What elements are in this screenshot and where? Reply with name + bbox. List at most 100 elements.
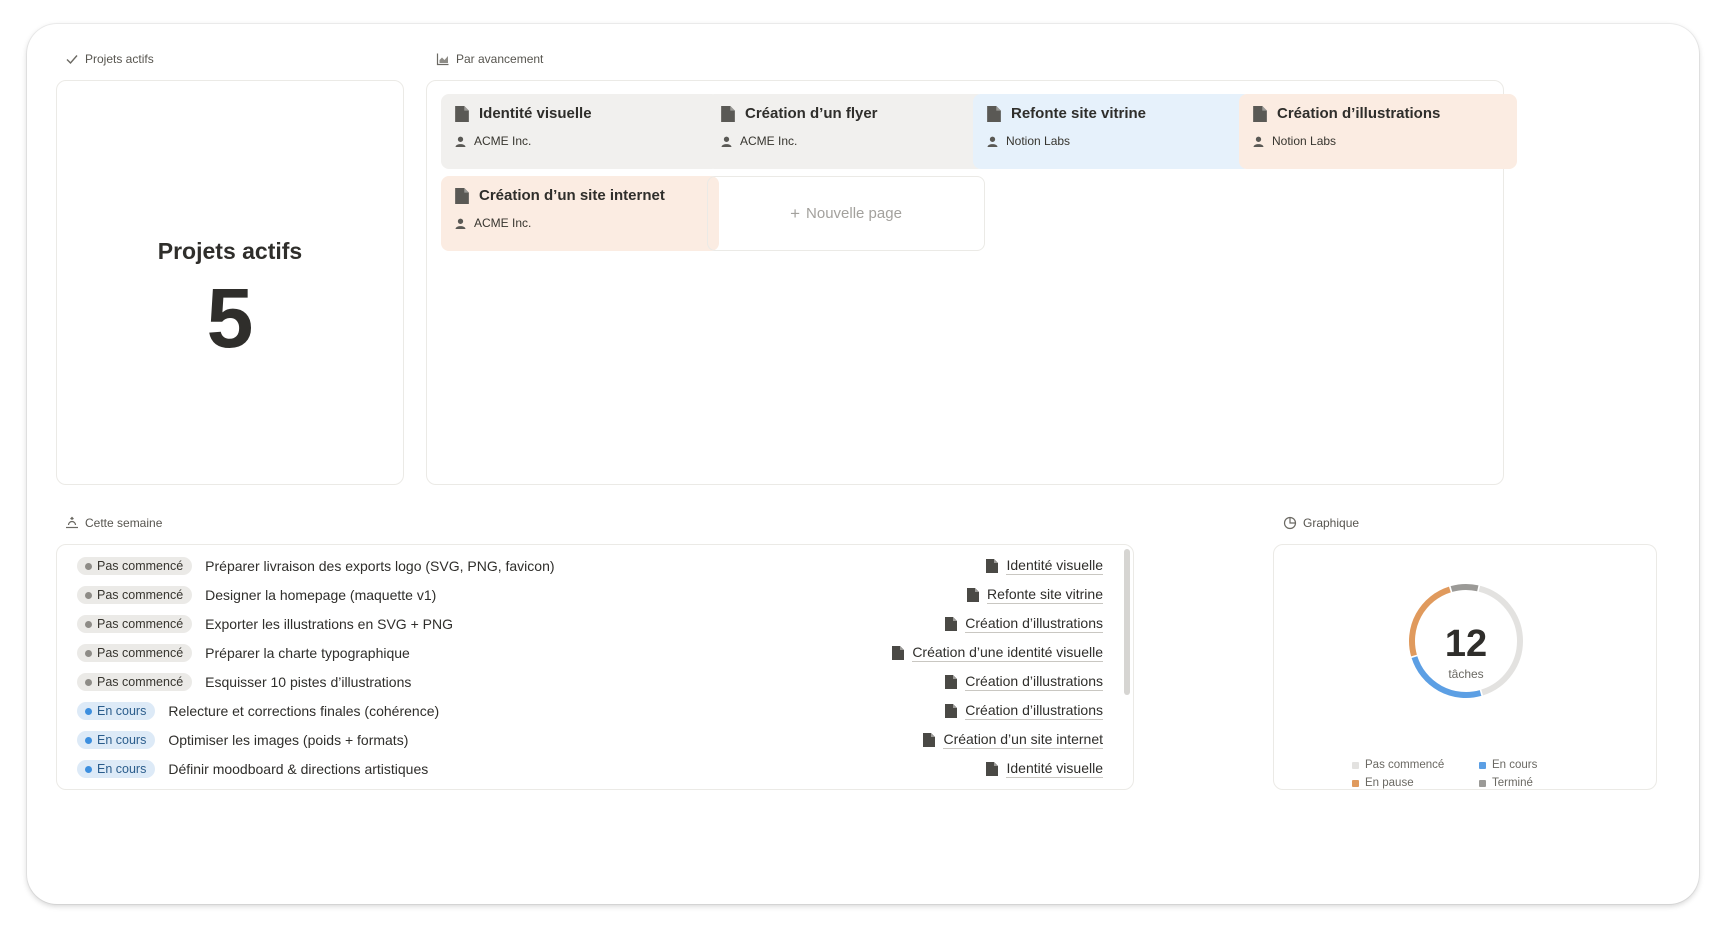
- card-client: ACME Inc.: [474, 134, 532, 148]
- task-project-link[interactable]: Création d’illustrations: [945, 615, 1103, 633]
- task-project-label: Création d’une identité visuelle: [912, 644, 1103, 662]
- card-title: Création d’un site internet: [479, 187, 665, 204]
- task-row[interactable]: En cours Définir moodboard & directions …: [77, 757, 1103, 781]
- board-card[interactable]: Identité visuelle ACME Inc.: [441, 94, 719, 169]
- legend-label: En cours: [1492, 759, 1538, 771]
- status-label: Pas commencé: [97, 675, 184, 689]
- status-dot: [85, 649, 92, 657]
- task-name: Définir moodboard & directions artistiqu…: [168, 761, 429, 777]
- legend-item: En pause: [1352, 777, 1414, 789]
- status-dot: [85, 678, 92, 686]
- person-icon: [455, 136, 466, 147]
- chart-icon: [436, 53, 449, 66]
- status-dot: [85, 707, 92, 715]
- task-row[interactable]: Pas commencé Préparer la charte typograp…: [77, 641, 1103, 665]
- status-badge[interactable]: Pas commencé: [77, 557, 193, 575]
- checkmark-icon: [66, 55, 78, 65]
- status-badge[interactable]: En cours: [77, 731, 156, 749]
- donut-slice-termin-[interactable]: [1450, 584, 1479, 592]
- task-project-link[interactable]: Création d’un site internet: [923, 731, 1103, 749]
- task-row[interactable]: Pas commencé Préparer livraison des expo…: [77, 554, 1103, 578]
- task-project-link[interactable]: Identité visuelle: [986, 557, 1103, 575]
- section-label-board: Par avancement: [436, 52, 543, 66]
- plus-icon: +: [790, 204, 801, 223]
- section-label-week: Cette semaine: [65, 516, 162, 530]
- page-icon: [986, 762, 999, 776]
- page-icon: [455, 105, 469, 122]
- status-label: Pas commencé: [97, 588, 184, 602]
- task-project-label: Création d’un site internet: [943, 731, 1103, 749]
- task-project-link[interactable]: Création d’illustrations: [945, 673, 1103, 691]
- donut-chart: 12 tâches: [1409, 584, 1523, 698]
- status-badge[interactable]: En cours: [77, 760, 156, 778]
- legend-swatch: [1352, 779, 1359, 787]
- new-page-button[interactable]: + Nouvelle page: [707, 176, 985, 251]
- task-row[interactable]: Pas commencé Esquisser 10 pistes d’illus…: [77, 670, 1103, 694]
- status-badge[interactable]: En cours: [77, 702, 156, 720]
- task-row[interactable]: Pas commencé Exporter les illustrations …: [77, 612, 1103, 636]
- section-label-text: Cette semaine: [85, 516, 163, 530]
- page-icon: [987, 105, 1001, 122]
- dashboard-window: Projets actifs Projets actifs 5 Par avan…: [27, 24, 1699, 904]
- legend-label: En pause: [1365, 777, 1414, 789]
- stat-title: Projets actifs: [157, 238, 303, 264]
- task-name: Exporter les illustrations en SVG + PNG: [205, 616, 453, 632]
- status-label: Pas commencé: [97, 559, 184, 573]
- card-client: Notion Labs: [1272, 134, 1337, 148]
- section-label-graph: Graphique: [1283, 516, 1359, 530]
- task-project-link[interactable]: Identité visuelle: [986, 760, 1103, 778]
- new-page-label: Nouvelle page: [806, 205, 902, 222]
- task-project-label: Refonte site vitrine: [987, 586, 1103, 604]
- legend-swatch: [1479, 761, 1486, 769]
- task-project-link[interactable]: Refonte site vitrine: [967, 586, 1103, 604]
- card-client: ACME Inc.: [740, 134, 798, 148]
- board-card[interactable]: Refonte site vitrine Notion Labs: [973, 94, 1251, 169]
- card-title: Création d’illustrations: [1277, 105, 1441, 122]
- pie-chart-icon: [1283, 516, 1297, 530]
- task-name: Préparer livraison des exports logo (SVG…: [205, 558, 555, 574]
- card-client: ACME Inc.: [474, 216, 532, 230]
- person-icon: [721, 136, 732, 147]
- section-label-text: Graphique: [1303, 516, 1360, 530]
- legend-item: Terminé: [1479, 777, 1533, 789]
- page-icon: [721, 105, 735, 122]
- page-icon: [986, 559, 999, 573]
- task-row[interactable]: En cours Optimiser les images (poids + f…: [77, 728, 1103, 752]
- legend-label: Terminé: [1492, 777, 1533, 789]
- task-name: Optimiser les images (poids + formats): [168, 732, 409, 748]
- sunrise-icon: [66, 516, 78, 529]
- task-project-link[interactable]: Création d’une identité visuelle: [892, 644, 1103, 662]
- page-icon: [923, 733, 936, 747]
- page-icon: [1253, 105, 1267, 122]
- donut-center-label: tâches: [1448, 667, 1483, 681]
- task-row[interactable]: Pas commencé Designer la homepage (maque…: [77, 583, 1103, 607]
- status-dot: [85, 736, 92, 744]
- task-project-link[interactable]: Création d’illustrations: [945, 702, 1103, 720]
- task-project-label: Identité visuelle: [1006, 760, 1103, 778]
- scrollbar[interactable]: [1124, 549, 1130, 695]
- status-label: En cours: [97, 762, 147, 776]
- card-client: Notion Labs: [1006, 134, 1071, 148]
- graph-panel: 12 tâches Pas commencé En cours En pause…: [1273, 544, 1657, 790]
- board-panel: Identité visuelle ACME Inc. Création d’u…: [426, 80, 1517, 485]
- task-name: Esquisser 10 pistes d’illustrations: [205, 674, 412, 690]
- section-label-active: Projets actifs: [65, 52, 154, 66]
- board-card[interactable]: Création d’illustrations Notion Labs: [1239, 94, 1517, 169]
- status-badge[interactable]: Pas commencé: [77, 615, 193, 633]
- legend-swatch: [1479, 779, 1486, 787]
- card-title: Identité visuelle: [479, 105, 592, 122]
- board-card[interactable]: Création d’un site internet ACME Inc.: [441, 176, 719, 251]
- legend-item: En cours: [1479, 759, 1537, 771]
- status-badge[interactable]: Pas commencé: [77, 586, 193, 604]
- status-dot: [85, 765, 92, 773]
- section-label-text: Par avancement: [456, 52, 544, 66]
- status-badge[interactable]: Pas commencé: [77, 644, 193, 662]
- page-icon: [945, 617, 958, 631]
- status-badge[interactable]: Pas commencé: [77, 673, 193, 691]
- task-name: Préparer la charte typographique: [205, 645, 410, 661]
- task-project-label: Création d’illustrations: [965, 615, 1103, 633]
- board-card[interactable]: Création d’un flyer ACME Inc.: [707, 94, 985, 169]
- active-projects-panel: Projets actifs 5: [56, 80, 404, 485]
- page-icon: [892, 646, 905, 660]
- task-row[interactable]: En cours Relecture et corrections finale…: [77, 699, 1103, 723]
